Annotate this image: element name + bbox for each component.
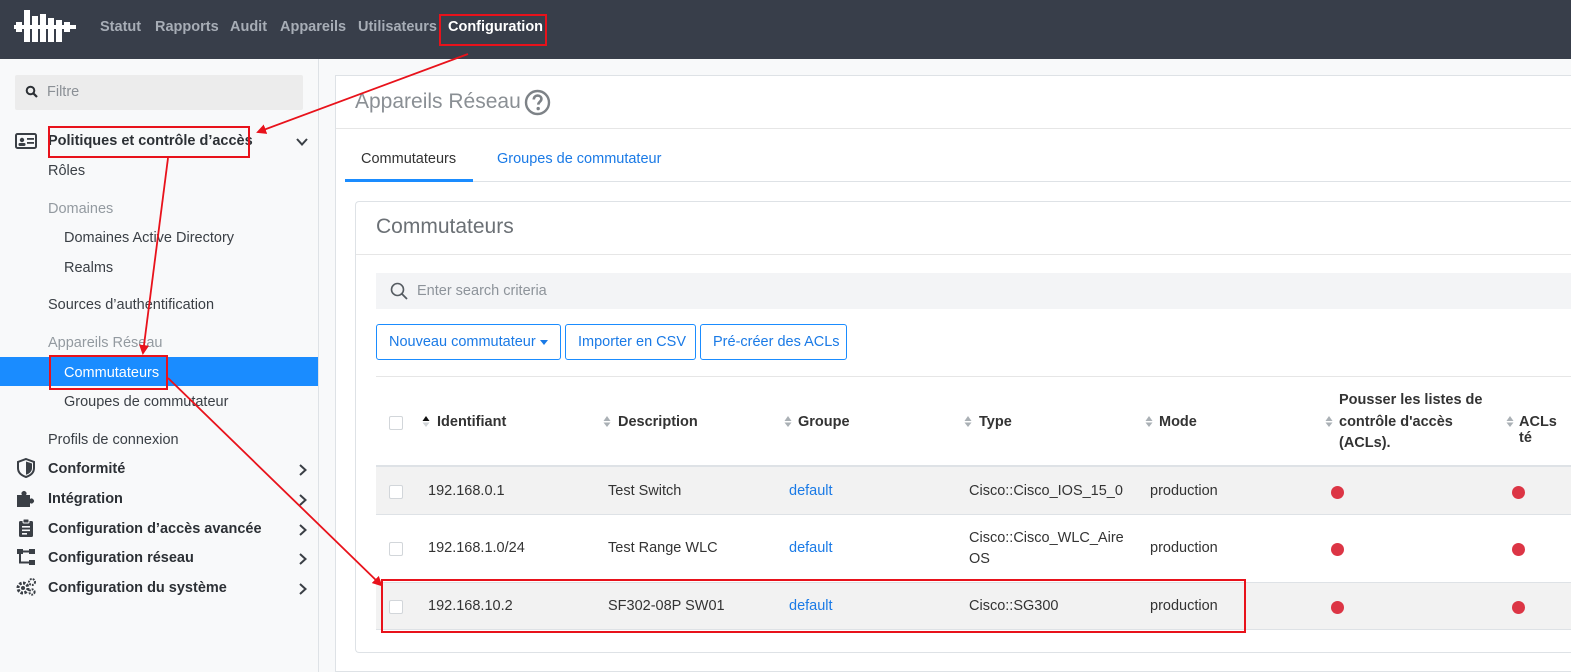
sidebar-item-auth-sources[interactable]: Sources d’authentification — [48, 297, 214, 313]
sidebar-item-connection-profiles[interactable]: Profils de connexion — [48, 432, 179, 448]
cell-description: Test Range WLC — [608, 540, 718, 556]
column-header-acls-downloadable[interactable]: ACLs té — [1519, 414, 1571, 446]
top-navbar: Statut Rapports Audit Appareils Utilisat… — [0, 0, 1571, 59]
cell-type: Cisco::Cisco_WLC_Aire — [969, 530, 1124, 546]
network-icon — [17, 549, 35, 565]
import-csv-button[interactable]: Importer en CSV — [565, 324, 696, 360]
cell-mode: production — [1150, 540, 1218, 556]
nav-appareils[interactable]: Appareils — [280, 19, 346, 35]
sidebar-group-network-devices: Appareils Réseau — [48, 335, 163, 351]
id-card-icon — [15, 133, 37, 149]
toolbar-separator — [376, 376, 1571, 377]
precreate-acls-button[interactable]: Pré-créer des ACLs — [700, 324, 847, 360]
chevron-down-icon[interactable] — [295, 135, 309, 149]
sort-asc-icon[interactable] — [422, 415, 430, 428]
sort-icon[interactable] — [1145, 415, 1153, 428]
help-icon[interactable] — [524, 89, 551, 116]
sidebar-item-realms[interactable]: Realms — [64, 260, 113, 276]
sidebar-filter-input[interactable]: Filtre — [15, 75, 303, 110]
annotation-box-row-sg300 — [381, 579, 1246, 633]
sort-icon[interactable] — [1325, 415, 1333, 428]
cell-description: Test Switch — [608, 483, 682, 499]
sidebar-item-integration[interactable]: Intégration — [48, 491, 123, 507]
table-row[interactable] — [376, 515, 1571, 582]
tabs-border — [345, 181, 1571, 182]
nav-utilisateurs[interactable]: Utilisateurs — [358, 19, 437, 35]
cell-type: Cisco::Cisco_IOS_15_0 — [969, 483, 1123, 499]
status-dot-red — [1512, 601, 1525, 614]
gears-icon — [16, 578, 36, 596]
page-title: Appareils Réseau — [355, 90, 521, 113]
column-header-push-acls-line3[interactable]: (ACLs). — [1339, 435, 1391, 451]
cell-identifiant: 192.168.0.1 — [428, 483, 505, 499]
row-checkbox[interactable] — [389, 485, 403, 499]
cell-group-link[interactable]: default — [789, 483, 833, 499]
card-title: Commutateurs — [376, 215, 514, 238]
new-switch-label: Nouveau commutateur — [389, 334, 536, 350]
sort-icon[interactable] — [603, 415, 611, 428]
select-all-checkbox[interactable] — [389, 416, 403, 430]
sidebar-item-system-config[interactable]: Configuration du système — [48, 580, 227, 596]
nav-rapports[interactable]: Rapports — [155, 19, 219, 35]
status-dot-red — [1512, 486, 1525, 499]
column-header-push-acls-line1[interactable]: Pousser les listes de — [1339, 392, 1482, 408]
sidebar-item-roles[interactable]: Rôles — [48, 163, 85, 179]
puzzle-icon — [17, 491, 34, 507]
tab-active-indicator — [345, 179, 473, 182]
tab-switch-groups[interactable]: Groupes de commutateur — [497, 151, 661, 167]
chevron-right-icon[interactable] — [296, 582, 310, 596]
sidebar-item-compliance[interactable]: Conformité — [48, 461, 125, 477]
sidebar-item-advanced-access[interactable]: Configuration d’accès avancée — [48, 521, 262, 537]
annotation-box-configuration — [439, 14, 547, 46]
cell-identifiant: 192.168.1.0/24 — [428, 540, 525, 556]
chevron-right-icon[interactable] — [296, 523, 310, 537]
column-header-groupe[interactable]: Groupe — [798, 414, 850, 430]
new-switch-button[interactable]: Nouveau commutateur — [376, 324, 561, 360]
card-header-separator — [356, 254, 1571, 255]
clipboard-icon — [19, 518, 33, 537]
search-input[interactable]: Enter search criteria — [376, 273, 1571, 309]
sidebar-item-ad-domains[interactable]: Domaines Active Directory — [64, 230, 234, 246]
sort-icon[interactable] — [1506, 415, 1514, 428]
cell-type-wrap: OS — [969, 551, 990, 567]
annotation-box-policies — [48, 126, 250, 158]
nav-statut[interactable]: Statut — [100, 19, 141, 35]
cell-group-link[interactable]: default — [789, 540, 833, 556]
chevron-right-icon[interactable] — [296, 463, 310, 477]
sidebar-item-switch-groups[interactable]: Groupes de commutateur — [64, 394, 228, 410]
column-header-identifiant[interactable]: Identifiant — [437, 414, 506, 430]
search-icon — [390, 282, 408, 300]
sort-icon[interactable] — [784, 415, 792, 428]
annotation-box-switches — [49, 355, 168, 390]
row-checkbox[interactable] — [389, 542, 403, 556]
column-header-description[interactable]: Description — [618, 414, 698, 430]
filter-placeholder: Filtre — [47, 84, 80, 100]
search-icon — [25, 85, 38, 98]
sidebar-group-domains: Domaines — [48, 201, 114, 217]
sidebar-item-network-config[interactable]: Configuration réseau — [48, 550, 194, 566]
search-placeholder: Enter search criteria — [417, 283, 547, 299]
nav-audit[interactable]: Audit — [230, 19, 267, 35]
chevron-right-icon[interactable] — [296, 552, 310, 566]
sort-icon[interactable] — [964, 415, 972, 428]
cell-mode: production — [1150, 483, 1218, 499]
column-header-mode[interactable]: Mode — [1159, 414, 1197, 430]
column-header-type[interactable]: Type — [979, 414, 1012, 430]
caret-down-icon — [539, 339, 548, 345]
shield-icon — [17, 458, 35, 478]
column-header-push-acls-line2[interactable]: contrôle d'accès — [1339, 414, 1453, 430]
status-dot-red — [1331, 543, 1344, 556]
logo-icon[interactable] — [14, 8, 78, 46]
status-dot-red — [1512, 543, 1525, 556]
title-separator — [336, 128, 1571, 129]
tab-switches[interactable]: Commutateurs — [361, 151, 456, 167]
status-dot-red — [1331, 486, 1344, 499]
status-dot-red — [1331, 601, 1344, 614]
chevron-right-icon[interactable] — [296, 493, 310, 507]
